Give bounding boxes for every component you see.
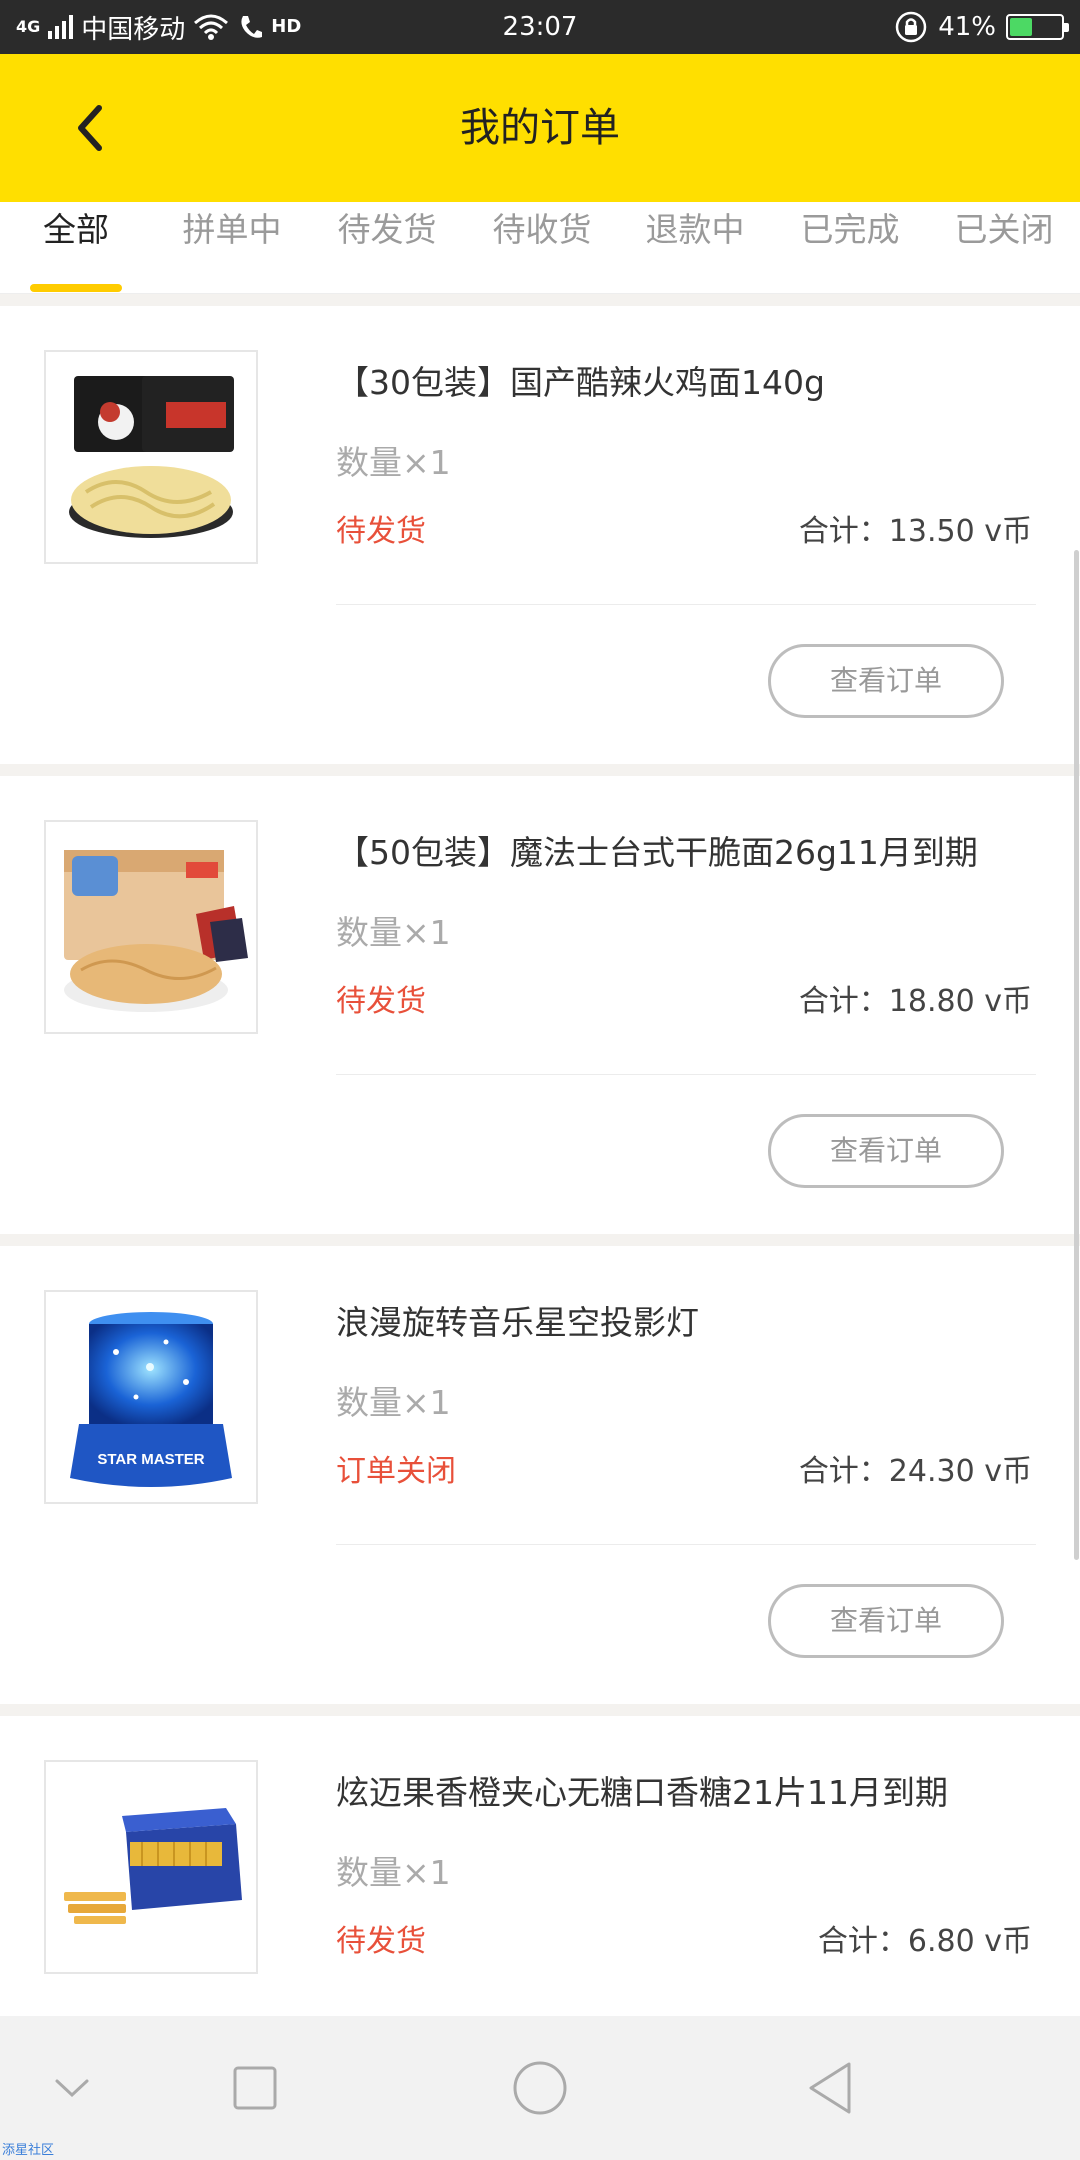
order-card: 【30包装】国产酷辣火鸡面140g 数量×1 待发货 合计：13.50 v币 查… <box>0 306 1080 764</box>
product-title[interactable]: 浪漫旋转音乐星空投影灯 <box>336 1296 699 1344</box>
order-status: 订单关闭 <box>336 1454 456 1489</box>
view-order-button[interactable]: 查看订单 <box>768 644 1004 718</box>
product-title[interactable]: 【50包装】魔法士台式干脆面26g11月到期 <box>336 826 978 874</box>
section-divider <box>0 294 1080 306</box>
product-quantity: 数量×1 <box>336 913 451 952</box>
battery-icon <box>1006 14 1069 40</box>
page-title: 我的订单 <box>460 105 620 151</box>
snack-box-image <box>64 850 248 1012</box>
star-projector-image: STAR MASTER <box>70 1312 232 1487</box>
order-card: STAR MASTER 浪漫旋转音乐星空投影灯 数量×1 订单关闭 合计：24.… <box>0 1246 1080 1704</box>
nav-home-button[interactable] <box>480 2016 600 2160</box>
order-total: 合计：6.80 v币 <box>817 1924 1032 1959</box>
nav-back-button[interactable] <box>770 2016 890 2160</box>
product-image[interactable]: STAR MASTER <box>44 1290 258 1504</box>
tab-to-ship[interactable]: 待发货 <box>325 202 449 294</box>
product-quantity: 数量×1 <box>336 1853 451 1892</box>
order-status: 待发货 <box>336 984 426 1019</box>
rotation-lock-icon <box>895 11 927 43</box>
tab-completed[interactable]: 已完成 <box>788 202 912 294</box>
order-total: 合计：24.30 v币 <box>798 1454 1032 1489</box>
triangle-back-icon <box>809 2062 851 2114</box>
card-divider <box>336 1074 1036 1075</box>
watermark: 添星社区 <box>2 2143 55 2158</box>
card-divider <box>336 1544 1036 1545</box>
product-image[interactable] <box>44 350 258 564</box>
top-header: 我的订单 <box>0 54 1080 202</box>
product-quantity: 数量×1 <box>336 443 451 482</box>
tab-group-buying[interactable]: 拼单中 <box>170 202 294 294</box>
tab-refunding[interactable]: 退款中 <box>633 202 757 294</box>
section-divider <box>0 1704 1080 1716</box>
order-status: 待发货 <box>336 514 426 549</box>
status-right: 41% <box>894 0 1069 54</box>
circle-icon <box>513 2061 567 2115</box>
system-nav-bar: 添星社区 <box>0 2016 1080 2160</box>
card-divider <box>336 604 1036 605</box>
status-bar: 4G 中国移动 HD 23:07 41% <box>0 0 1080 54</box>
noodle-pack-image <box>69 376 234 538</box>
chevron-down-icon <box>55 2079 89 2098</box>
product-quantity: 数量×1 <box>336 1383 451 1422</box>
section-divider <box>0 764 1080 776</box>
nav-recents-button[interactable] <box>195 2016 315 2160</box>
view-order-button[interactable]: 查看订单 <box>768 1114 1004 1188</box>
product-image[interactable] <box>44 820 258 1034</box>
order-status: 待发货 <box>336 1924 426 1959</box>
product-title[interactable]: 【30包装】国产酷辣火鸡面140g <box>336 356 825 404</box>
order-filter-tabs: 全部 拼单中 待发货 待收货 退款中 已完成 已关闭 <box>0 202 1080 294</box>
square-icon <box>233 2066 277 2110</box>
product-title[interactable]: 炫迈果香橙夹心无糖口香糖21片11月到期 <box>336 1766 948 1814</box>
section-divider <box>0 1234 1080 1246</box>
order-total: 合计：18.80 v币 <box>798 984 1032 1019</box>
order-card: 【50包装】魔法士台式干脆面26g11月到期 数量×1 待发货 合计：18.80… <box>0 776 1080 1234</box>
order-total: 合计：13.50 v币 <box>798 514 1032 549</box>
tab-closed[interactable]: 已关闭 <box>942 202 1066 294</box>
scrollbar[interactable] <box>1074 550 1079 1560</box>
product-image[interactable] <box>44 1760 258 1974</box>
tab-all[interactable]: 全部 <box>30 202 122 294</box>
gum-box-image <box>64 1808 242 1924</box>
product-image-text: STAR MASTER <box>97 1451 204 1468</box>
view-order-button[interactable]: 查看订单 <box>768 1584 1004 1658</box>
tab-to-receive[interactable]: 待收货 <box>480 202 604 294</box>
active-tab-indicator <box>30 284 122 292</box>
battery-percent: 41% <box>938 12 996 42</box>
order-card: 炫迈果香橙夹心无糖口香糖21片11月到期 数量×1 待发货 合计：6.80 v币 <box>0 1716 1080 2016</box>
